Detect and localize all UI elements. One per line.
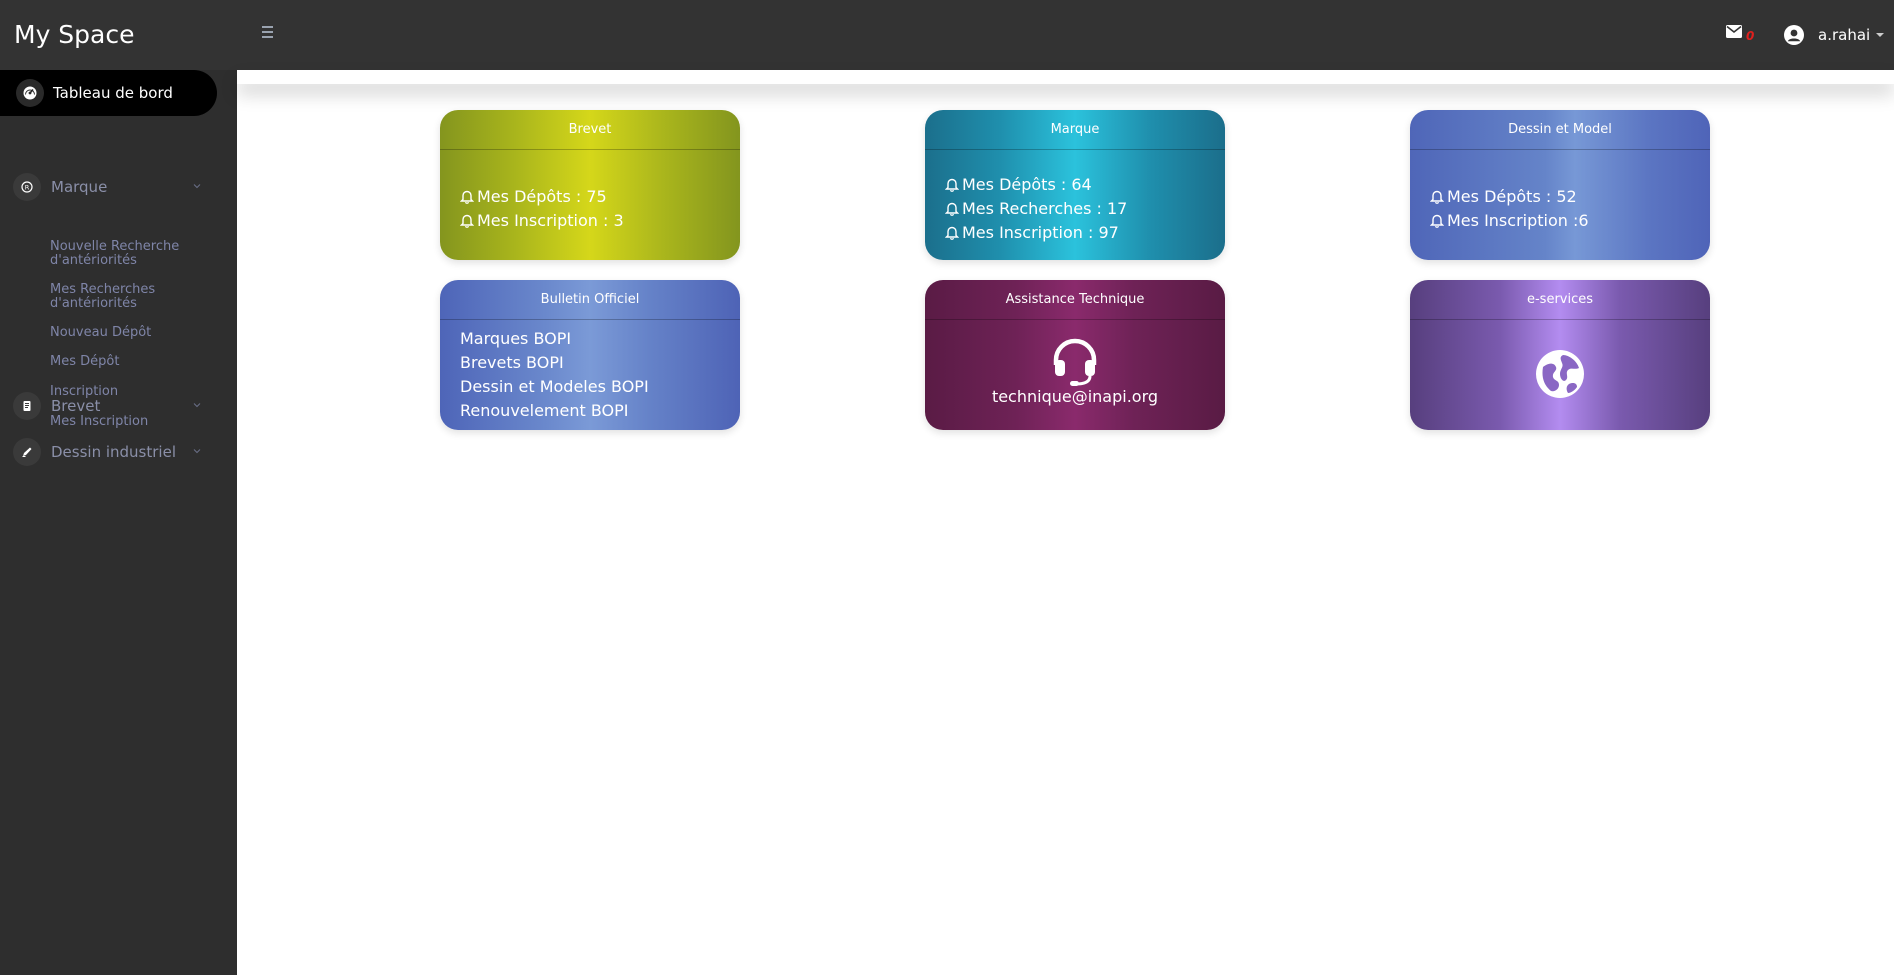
content-header-shadow (237, 70, 1894, 84)
card-line-text: Mes Inscription :6 (1447, 210, 1589, 230)
sidebar-group-dessin-industriel[interactable]: Dessin industriel (0, 435, 237, 469)
card-line-text: Mes Dépôts : 64 (962, 174, 1092, 194)
card-line: Mes Recherches : 17 (945, 196, 1205, 220)
chevron-down-icon (1876, 33, 1885, 37)
card-title: Brevet (440, 110, 740, 150)
sidebar-item-label: Tableau de bord (53, 84, 173, 102)
sidebar-group-label: Brevet (51, 397, 101, 415)
sidebar-group-label: Marque (51, 178, 108, 196)
chevron-down-icon (193, 184, 201, 189)
chevron-down-icon (193, 449, 201, 454)
dashboard-icon (16, 79, 44, 107)
app-title[interactable]: My Space (14, 20, 135, 49)
card-title: Assistance Technique (925, 280, 1225, 320)
card-line-text: Mes Recherches : 17 (962, 198, 1128, 218)
top-navbar: My Space 0 a.rahai (0, 0, 1894, 70)
support-email[interactable]: technique@inapi.org (925, 387, 1225, 406)
card-line: Mes Dépôts : 64 (945, 172, 1205, 196)
username: a.rahai (1818, 26, 1871, 44)
sidebar-subitem-nouveau-depot[interactable]: Nouveau Dépôt (50, 326, 220, 340)
sidebar: Tableau de bord R Marque Nouvelle Recher… (0, 70, 237, 975)
card-dessin-et-model[interactable]: Dessin et Model Mes Dépôts : 52 Mes Insc… (1410, 110, 1710, 260)
card-line-text: Mes Dépôts : 52 (1447, 186, 1577, 206)
bell-icon (460, 190, 474, 204)
bell-icon (945, 202, 959, 216)
sidebar-subitem-nouvelle-recherche[interactable]: Nouvelle Recherche d'antériorités (50, 240, 220, 268)
link-renouvelement-bopi[interactable]: Renouvelement BOPI (460, 399, 720, 423)
card-line-text: Mes Inscription : 97 (962, 222, 1119, 242)
link-brevets-bopi[interactable]: Brevets BOPI (460, 351, 720, 375)
card-line: Mes Inscription : 97 (945, 220, 1205, 244)
card-line-text: Mes Dépôts : 75 (477, 186, 607, 206)
sidebar-group-brevet[interactable]: Brevet (0, 389, 237, 423)
card-line-text: Mes Inscription : 3 (477, 210, 624, 230)
bell-icon (1430, 214, 1444, 228)
menu-toggle-icon[interactable] (262, 26, 280, 42)
globe-icon (1536, 350, 1584, 398)
link-marques-bopi[interactable]: Marques BOPI (460, 327, 720, 351)
card-title: Bulletin Officiel (440, 280, 740, 320)
bell-icon (945, 226, 959, 240)
card-line: Mes Inscription : 3 (460, 208, 720, 232)
scroll-icon (13, 392, 41, 420)
sidebar-group-label: Dessin industriel (51, 443, 176, 461)
message-count-badge: 0 (1746, 29, 1755, 43)
card-marque[interactable]: Marque Mes Dépôts : 64 Mes Recherches : … (925, 110, 1225, 260)
card-line: Mes Dépôts : 75 (460, 184, 720, 208)
card-title: Marque (925, 110, 1225, 150)
headset-icon (1053, 338, 1097, 386)
sidebar-group-marque[interactable]: R Marque (0, 170, 237, 204)
user-menu[interactable]: a.rahai (1784, 22, 1885, 48)
user-avatar-icon (1784, 25, 1804, 45)
sidebar-item-tableau-de-bord[interactable]: Tableau de bord (0, 70, 217, 116)
envelope-icon (1726, 25, 1742, 38)
card-e-services[interactable]: e-services (1410, 280, 1710, 430)
bell-icon (945, 178, 959, 192)
link-dessin-modeles-bopi[interactable]: Dessin et Modeles BOPI (460, 375, 720, 399)
messages-button[interactable]: 0 (1726, 25, 1762, 45)
bell-icon (1430, 190, 1444, 204)
svg-text:R: R (25, 183, 30, 191)
sidebar-subitem-mes-recherches[interactable]: Mes Recherches d'antériorités (50, 283, 220, 311)
card-brevet[interactable]: Brevet Mes Dépôts : 75 Mes Inscription :… (440, 110, 740, 260)
card-title: Dessin et Model (1410, 110, 1710, 150)
card-title: e-services (1410, 280, 1710, 320)
card-line: Mes Inscription :6 (1430, 208, 1690, 232)
pen-icon (13, 438, 41, 466)
chevron-down-icon (193, 403, 201, 408)
bell-icon (460, 214, 474, 228)
registered-icon: R (13, 173, 41, 201)
card-line: Mes Dépôts : 52 (1430, 184, 1690, 208)
card-assistance-technique[interactable]: Assistance Technique technique@inapi.org (925, 280, 1225, 430)
sidebar-subitem-mes-depot[interactable]: Mes Dépôt (50, 355, 220, 369)
card-bulletin-officiel: Bulletin Officiel Marques BOPI Brevets B… (440, 280, 740, 430)
